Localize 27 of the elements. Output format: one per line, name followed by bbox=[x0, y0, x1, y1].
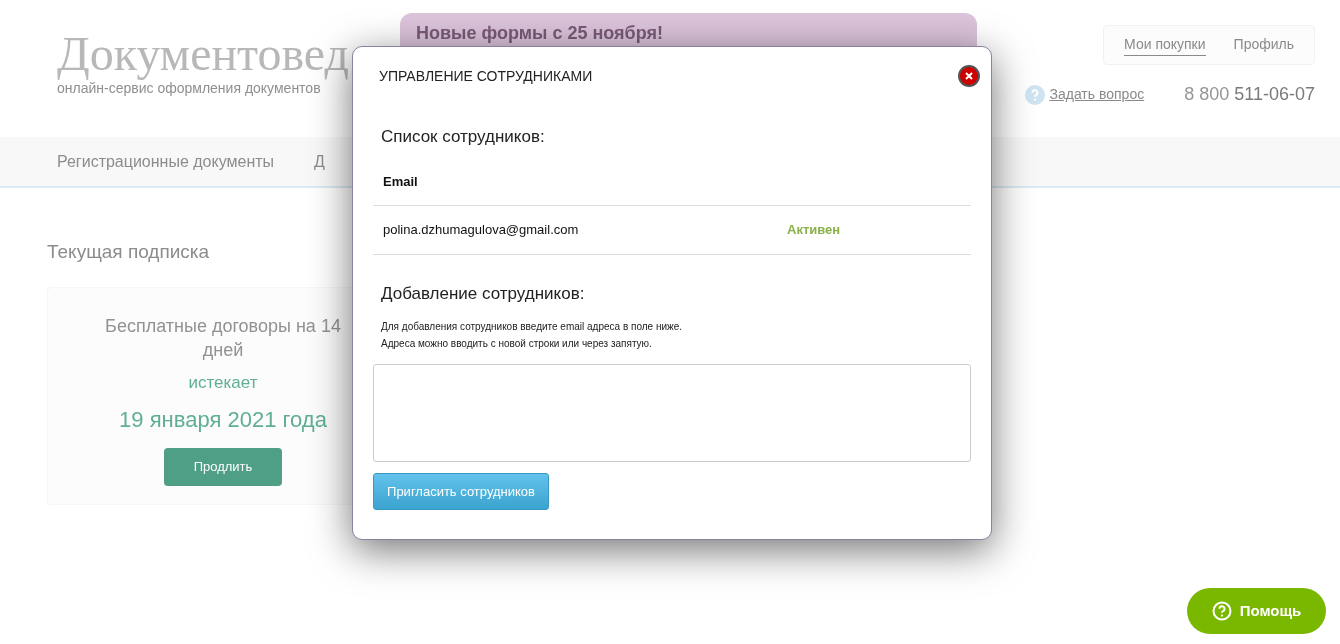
expiry-date: 19 января 2021 года bbox=[119, 406, 327, 434]
close-icon bbox=[965, 72, 973, 80]
hint-text: Адреса можно вводить с новой строки или через запятую. bbox=[381, 337, 653, 351]
close-button[interactable] bbox=[958, 65, 980, 87]
email-input-field[interactable] bbox=[373, 364, 971, 462]
expires-label: истекает bbox=[188, 371, 258, 394]
column-header: Email bbox=[383, 172, 418, 191]
renew-button[interactable]: Продлить bbox=[164, 448, 282, 486]
help-button[interactable]: Помощь bbox=[1187, 588, 1326, 634]
help-icon bbox=[1025, 84, 1046, 105]
hint-text: Для добавления сотрудников введите email адреса в поле ниже. bbox=[381, 320, 684, 334]
site-logo[interactable]: Документовед bbox=[57, 28, 349, 80]
add-heading: Добавление сотрудников: bbox=[380, 282, 586, 305]
plan-name: Бесплатные договоры на 14 дней bbox=[104, 314, 342, 362]
table-cell-text: polina.dzhumagulova@gmail.com bbox=[383, 220, 580, 239]
status-text: Активен bbox=[787, 220, 841, 239]
account-link[interactable]: Профиль bbox=[1233, 34, 1294, 56]
nav-link[interactable]: Д bbox=[314, 149, 325, 174]
question-icon bbox=[1211, 601, 1232, 621]
section-heading: Текущая подписка bbox=[47, 240, 211, 264]
ask-question-link[interactable]: Задать вопрос bbox=[1049, 84, 1145, 105]
nav-link[interactable]: Регистрационные документы bbox=[57, 149, 275, 174]
site-tagline: онлайн-сервис оформления документов bbox=[57, 80, 322, 96]
invite-button[interactable]: Пригласить сотрудников bbox=[373, 473, 549, 510]
phone-number: 8 800 511-06-07 bbox=[1184, 83, 1315, 106]
account-link[interactable]: Мои покупки bbox=[1124, 34, 1206, 56]
list-heading: Список сотрудников: bbox=[380, 126, 546, 148]
